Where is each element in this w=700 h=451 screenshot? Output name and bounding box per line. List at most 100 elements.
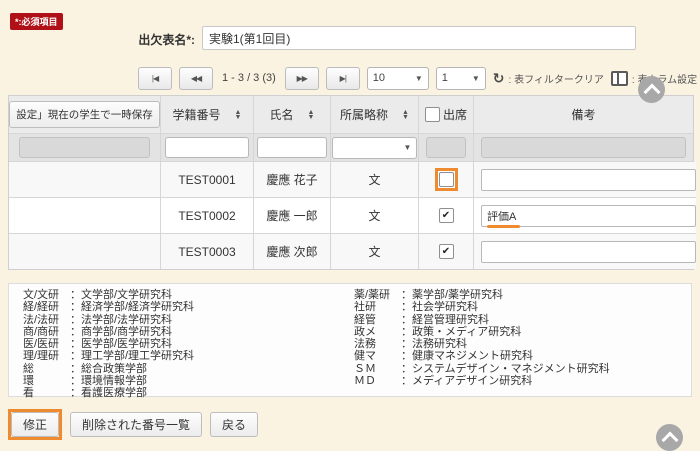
row-cell-empty bbox=[9, 234, 161, 269]
page-size-value: 10 bbox=[373, 72, 385, 84]
legend-item: 社研：社会学研究科 bbox=[354, 301, 610, 313]
name-header-label: 氏名 bbox=[270, 106, 294, 123]
legend-item: 政メ：政策・メディア研究科 bbox=[354, 326, 610, 338]
affiliation-legend-panel: 文/文研：文学部/文学研究科 経/経研：経済学部/経済学研究科 法/法研：法学部… bbox=[8, 283, 692, 397]
legend-item: 薬/薬研：薬学部/薬学研究科 bbox=[354, 289, 610, 301]
name-cell: 慶應 花子 bbox=[254, 162, 331, 198]
chevron-down-icon: ▼ bbox=[404, 143, 412, 152]
legend-item: ＳＭ：システムデザイン・マネジメント研究科 bbox=[354, 363, 610, 375]
deleted-numbers-list-button[interactable]: 削除された番号一覧 bbox=[70, 412, 202, 437]
attendance-checkbox[interactable] bbox=[439, 172, 454, 187]
remarks-cell bbox=[474, 198, 696, 234]
student-id-cell: TEST0003 bbox=[161, 234, 254, 269]
legend-item: 法務：法務研究科 bbox=[354, 338, 610, 350]
chevron-down-icon: ▼ bbox=[472, 74, 480, 83]
attendance-cell: ✔ bbox=[419, 198, 474, 234]
filter-cell-save bbox=[9, 134, 161, 162]
affiliation-cell: 文 bbox=[331, 234, 419, 269]
attendance-cell bbox=[419, 162, 474, 198]
table-columns-icon[interactable] bbox=[611, 71, 628, 86]
filter-cell-student-id bbox=[161, 134, 254, 162]
page-number-select[interactable]: 1 ▼ bbox=[436, 67, 486, 90]
attendance-header-label: 出席 bbox=[443, 106, 467, 123]
header-cell-student-id[interactable]: 学籍番号 ▲▼ bbox=[161, 96, 254, 134]
chevron-up-icon bbox=[643, 83, 660, 100]
sort-icon[interactable]: ▲▼ bbox=[308, 110, 315, 120]
pagination-range-text: 1 - 3 / 3 (3) bbox=[222, 72, 276, 84]
first-page-button[interactable]: |◀ bbox=[138, 67, 172, 90]
name-filter-input[interactable] bbox=[257, 137, 328, 158]
required-field-badge: *:必須項目 bbox=[10, 13, 63, 30]
remarks-input[interactable] bbox=[481, 241, 696, 263]
sort-icon[interactable]: ▲▼ bbox=[235, 110, 242, 120]
table-filter-row: ▼ bbox=[9, 134, 693, 162]
affiliation-cell: 文 bbox=[331, 162, 419, 198]
sort-icon[interactable]: ▲▼ bbox=[402, 110, 409, 120]
legend-item: 環：環境情報学部 bbox=[23, 375, 194, 387]
row-cell-empty bbox=[9, 198, 161, 234]
footer-button-bar: 修正 削除された番号一覧 戻る bbox=[8, 409, 258, 440]
previous-page-button[interactable]: ◀◀ bbox=[179, 67, 213, 90]
attendance-checkbox[interactable]: ✔ bbox=[439, 244, 454, 259]
legend-item: 総：総合政策学部 bbox=[23, 363, 194, 375]
table-header-row: 設定」現在の学生で一時保存 学籍番号 ▲▼ 氏名 ▲▼ 所属略称 ▲▼ 出席 備… bbox=[9, 96, 693, 134]
annotation-highlight bbox=[435, 168, 458, 191]
filter-cell-name bbox=[254, 134, 331, 162]
attendance-edit-page: { "page": { "background_color": "#fbf3e1… bbox=[0, 0, 700, 442]
attendance-table: 設定」現在の学生で一時保存 学籍番号 ▲▼ 氏名 ▲▼ 所属略称 ▲▼ 出席 備… bbox=[8, 95, 694, 270]
chevron-up-icon bbox=[661, 431, 678, 448]
legend-item: 経管：経営管理研究科 bbox=[354, 314, 610, 326]
scroll-top-button[interactable] bbox=[638, 76, 665, 103]
filter-clear-icon[interactable]: ↻ bbox=[493, 71, 505, 85]
remarks-input[interactable] bbox=[481, 169, 696, 191]
sheet-name-label: 出欠表名*: bbox=[55, 31, 195, 48]
affiliation-header-label: 所属略称 bbox=[340, 106, 388, 123]
bulk-save-button[interactable]: 設定」現在の学生で一時保存 bbox=[9, 101, 160, 128]
affiliation-cell: 文 bbox=[331, 198, 419, 234]
legend-item: ＭＤ：メディアデザイン研究科 bbox=[354, 375, 610, 387]
chevron-down-icon: ▼ bbox=[415, 74, 423, 83]
page-size-select[interactable]: 10 ▼ bbox=[367, 67, 429, 90]
remarks-cell bbox=[474, 234, 696, 269]
next-page-button[interactable]: ▶▶ bbox=[285, 67, 319, 90]
affiliation-filter-select[interactable]: ▼ bbox=[332, 137, 418, 159]
back-button[interactable]: 戻る bbox=[210, 412, 258, 437]
remarks-input[interactable] bbox=[481, 205, 696, 227]
student-id-cell: TEST0001 bbox=[161, 162, 254, 198]
header-cell-name[interactable]: 氏名 ▲▼ bbox=[254, 96, 331, 134]
filter-cell-attendance bbox=[419, 134, 474, 162]
filter-cell-affiliation: ▼ bbox=[331, 134, 419, 162]
filter-disabled-box bbox=[19, 137, 151, 158]
legend-item: 健マ：健康マネジメント研究科 bbox=[354, 350, 610, 362]
table-row: TEST0002 慶應 一郎 文 ✔ bbox=[9, 198, 693, 234]
select-all-attendance-checkbox[interactable] bbox=[425, 107, 440, 122]
filter-disabled-box bbox=[481, 137, 686, 158]
table-row: TEST0001 慶應 花子 文 bbox=[9, 162, 693, 198]
legend-item: 経/経研：経済学部/経済学研究科 bbox=[23, 301, 194, 313]
name-cell: 慶應 次郎 bbox=[254, 234, 331, 269]
sheet-name-input[interactable] bbox=[202, 26, 636, 50]
last-page-button[interactable]: ▶| bbox=[326, 67, 360, 90]
legend-right-column: 薬/薬研：薬学部/薬学研究科 社研：社会学研究科 経管：経営管理研究科 政メ：政… bbox=[354, 289, 610, 387]
attendance-checkbox[interactable]: ✔ bbox=[439, 208, 454, 223]
scroll-top-button[interactable] bbox=[656, 424, 683, 451]
remarks-header-label: 備考 bbox=[571, 106, 595, 123]
filter-disabled-box bbox=[426, 137, 466, 158]
row-cell-empty bbox=[9, 162, 161, 198]
legend-item: 商/商研：商学部/商学研究科 bbox=[23, 326, 194, 338]
legend-item: 医/医研：医学部/医学研究科 bbox=[23, 338, 194, 350]
student-id-filter-input[interactable] bbox=[165, 137, 249, 158]
student-id-cell: TEST0002 bbox=[161, 198, 254, 234]
legend-item: 法/法研：法学部/法学研究科 bbox=[23, 314, 194, 326]
edit-button[interactable]: 修正 bbox=[11, 412, 59, 437]
annotation-highlight: 修正 bbox=[8, 409, 62, 440]
student-id-header-label: 学籍番号 bbox=[173, 106, 221, 123]
legend-left-column: 文/文研：文学部/文学研究科 経/経研：経済学部/経済学研究科 法/法研：法学部… bbox=[23, 289, 194, 400]
legend-item: 文/文研：文学部/文学研究科 bbox=[23, 289, 194, 301]
annotation-underline bbox=[487, 225, 520, 228]
name-cell: 慶應 一郎 bbox=[254, 198, 331, 234]
pagination-bar: |◀ ◀◀ 1 - 3 / 3 (3) ▶▶ ▶| 10 ▼ 1 ▼ ↻ : 表… bbox=[138, 66, 697, 90]
header-cell-remarks: 備考 bbox=[474, 96, 693, 134]
filter-cell-remarks bbox=[474, 134, 693, 162]
header-cell-affiliation[interactable]: 所属略称 ▲▼ bbox=[331, 96, 419, 134]
